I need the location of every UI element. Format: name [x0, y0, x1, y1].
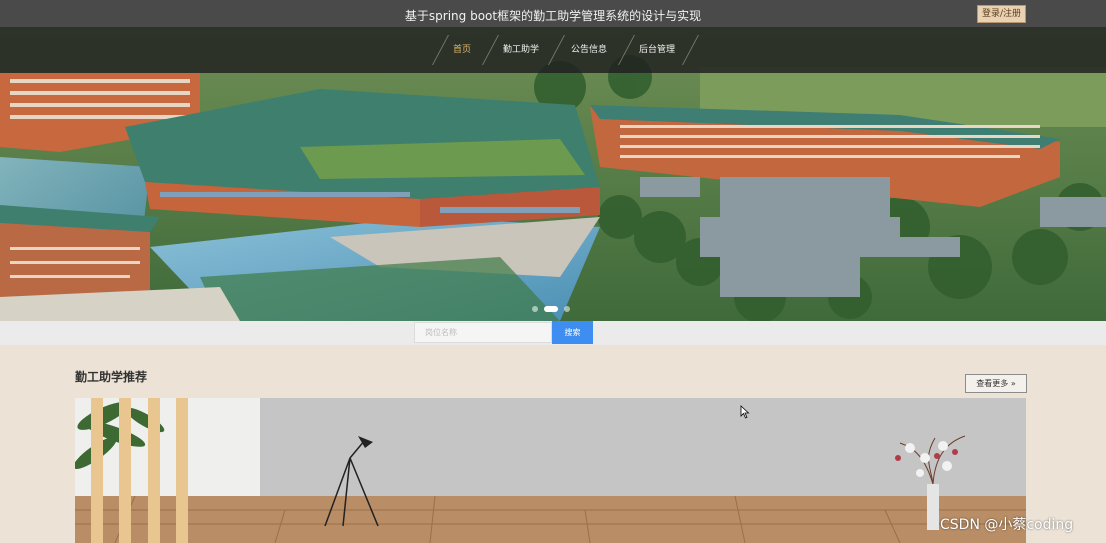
nav-divider — [682, 35, 699, 65]
nav-item-home[interactable]: 首页 — [453, 27, 471, 73]
section-title: 勤工助学推荐 — [75, 370, 148, 384]
site-title: 基于spring boot框架的勤工助学管理系统的设计与实现 — [404, 9, 702, 23]
carousel-dot-active[interactable] — [544, 306, 558, 312]
nav-divider — [618, 35, 635, 65]
top-bar: 基于spring boot框架的勤工助学管理系统的设计与实现 登录/注册 — [0, 0, 1106, 27]
mouse-cursor-icon — [740, 405, 750, 419]
carousel-dot[interactable] — [532, 306, 538, 312]
nav-item-work-study[interactable]: 勤工助学 — [503, 27, 539, 73]
main-nav: 首页 勤工助学 公告信息 后台管理 — [0, 27, 1106, 73]
search-button[interactable]: 搜索 — [552, 321, 593, 344]
nav-divider — [432, 35, 449, 65]
recommend-banner-image — [75, 398, 1026, 543]
nav-item-announcements[interactable]: 公告信息 — [571, 27, 607, 73]
view-more-button[interactable]: 查看更多 » — [965, 374, 1027, 393]
nav-divider — [482, 35, 499, 65]
carousel-dot[interactable] — [564, 306, 570, 312]
nav-divider — [548, 35, 565, 65]
login-register-button[interactable]: 登录/注册 — [977, 5, 1026, 23]
search-input[interactable] — [414, 322, 552, 343]
nav-item-admin[interactable]: 后台管理 — [639, 27, 675, 73]
csdn-watermark: CSDN @小蔡coding — [940, 517, 1074, 533]
